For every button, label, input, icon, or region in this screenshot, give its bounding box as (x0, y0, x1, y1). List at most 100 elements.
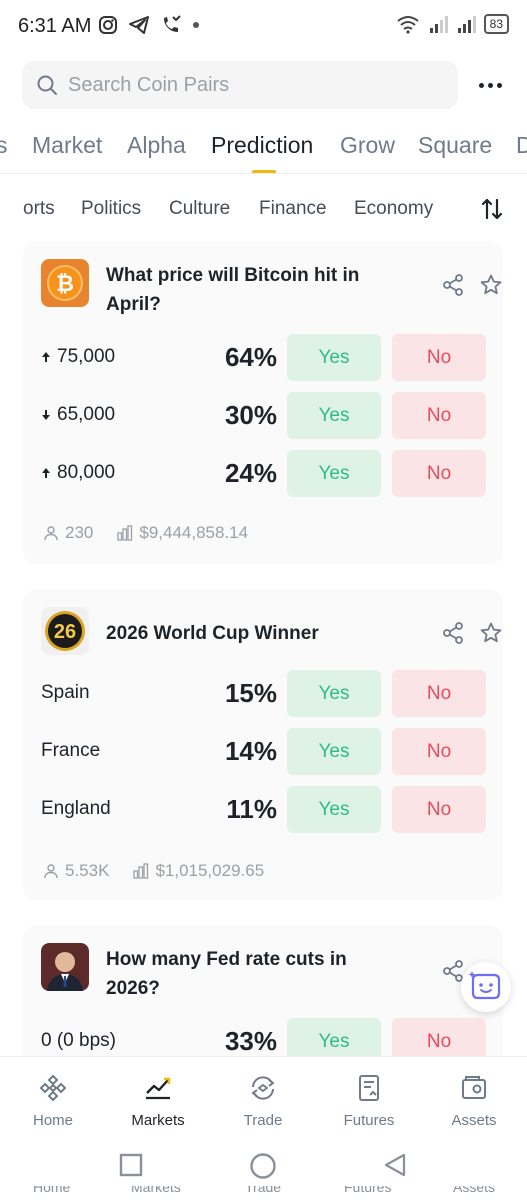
nav-trade[interactable]: Trade (218, 1073, 308, 1129)
search-icon (37, 75, 57, 95)
outcome-probability: 64% (224, 342, 277, 372)
category-tab-sports[interactable]: orts (23, 198, 55, 220)
no-button[interactable]: No (392, 786, 486, 833)
arrow-up-icon (42, 352, 50, 362)
share-icon[interactable] (441, 621, 465, 645)
bottom-navigation: Home Markets Trade Futures Assets (0, 1056, 527, 1136)
recents-icon[interactable] (118, 1152, 144, 1178)
search-input[interactable] (68, 73, 428, 97)
status-time: 6:31 AM (18, 15, 92, 37)
outcome-label: 80,000 (41, 462, 115, 484)
home-icon (39, 1074, 67, 1102)
outcome-label: 0 (0 bps) (41, 1030, 116, 1051)
share-icon[interactable] (441, 273, 465, 297)
yes-button[interactable]: Yes (287, 786, 381, 833)
outcome-label: England (41, 798, 111, 819)
bar-chart-icon (117, 525, 133, 541)
yes-button[interactable]: Yes (287, 450, 381, 497)
tab-prediction[interactable]: Prediction (211, 132, 313, 159)
outcome-probability: 30% (224, 400, 277, 430)
ghost-label: Futures (344, 1186, 392, 1195)
prediction-card-bitcoin[interactable]: ₿ What price will Bitcoin hit in April? … (23, 241, 503, 564)
no-button[interactable]: No (392, 1018, 486, 1056)
ai-assistant-icon (468, 971, 501, 1000)
signal-icon-1 (429, 16, 448, 33)
volume-stat: $1,015,029.65 (133, 861, 264, 881)
bitcoin-icon: ₿ (41, 259, 89, 307)
outcome-probability: 33% (224, 1026, 277, 1056)
main-tabs: s Market Alpha Prediction Grow Square D (0, 122, 527, 174)
volume-amount: $1,015,029.65 (155, 861, 265, 880)
category-tab-economy[interactable]: Economy (354, 198, 433, 220)
search-box[interactable] (22, 61, 458, 109)
status-bar: 6:31 AM 83 (0, 0, 527, 54)
participants-stat: 5.53K (43, 861, 109, 881)
outcome-label-text: 75,000 (57, 346, 116, 367)
telegram-icon (129, 16, 149, 34)
category-tab-politics[interactable]: Politics (81, 198, 141, 220)
star-icon[interactable] (479, 273, 503, 297)
dot-icon (478, 82, 484, 88)
card-title[interactable]: What price will Bitcoin hit in April? (106, 261, 391, 319)
nav-home[interactable]: Home (8, 1073, 98, 1129)
ghost-label: Assets (453, 1186, 496, 1195)
status-notification-icons (98, 14, 200, 36)
yes-button[interactable]: Yes (287, 728, 381, 775)
svg-text:₿: ₿ (56, 271, 74, 296)
yes-button[interactable]: Yes (287, 670, 381, 717)
dot-icon (487, 82, 493, 88)
nav-label: Trade (243, 1112, 283, 1129)
card-stats: 5.53K $1,015,029.65 (43, 861, 288, 881)
nav-label: Assets (451, 1112, 497, 1129)
yes-button[interactable]: Yes (287, 334, 381, 381)
no-button[interactable]: No (392, 450, 486, 497)
category-tabs: orts Politics Culture Finance Economy (0, 190, 527, 230)
user-icon (44, 864, 58, 879)
arrow-down-icon (42, 410, 50, 420)
sort-icon[interactable] (480, 196, 504, 222)
participants-count: 230 (65, 523, 94, 542)
search-row (0, 60, 527, 110)
ghost-nav-labels: Home Markets Trade Futures Assets (0, 1186, 527, 1200)
yes-button[interactable]: Yes (287, 1018, 381, 1056)
no-button[interactable]: No (392, 728, 486, 775)
more-options-button[interactable] (470, 70, 510, 100)
ghost-label: Markets (131, 1186, 181, 1195)
tab-partial-right[interactable]: D (516, 132, 527, 159)
tab-market[interactable]: Market (32, 132, 102, 159)
outcome-row: Spain 15% Yes No (41, 670, 489, 718)
outcome-row: 65,000 30% Yes No (41, 392, 489, 440)
card-title[interactable]: How many Fed rate cuts in 2026? (106, 945, 391, 1003)
outcome-label-text: 80,000 (57, 462, 116, 483)
tab-alpha[interactable]: Alpha (127, 132, 186, 159)
nav-futures[interactable]: Futures (324, 1073, 414, 1129)
no-button[interactable]: No (392, 392, 486, 439)
category-tab-culture[interactable]: Culture (169, 198, 230, 220)
card-title[interactable]: 2026 World Cup Winner (106, 619, 391, 648)
category-tab-finance[interactable]: Finance (259, 198, 327, 220)
outcome-row: France 14% Yes No (41, 728, 489, 776)
no-button[interactable]: No (392, 334, 486, 381)
back-icon[interactable] (382, 1152, 408, 1178)
nav-markets[interactable]: Markets (113, 1073, 203, 1129)
nav-label: Markets (131, 1112, 185, 1129)
fed-chair-portrait-icon (41, 943, 89, 991)
no-button[interactable]: No (392, 670, 486, 717)
dot-icon (193, 22, 199, 28)
tab-square[interactable]: Square (418, 132, 492, 159)
battery-indicator: 83 (483, 14, 509, 34)
yes-button[interactable]: Yes (287, 392, 381, 439)
star-icon[interactable] (479, 621, 503, 645)
tab-partial-left[interactable]: s (0, 132, 8, 159)
home-circle-icon[interactable] (249, 1152, 277, 1180)
system-navigation-bar: Home Markets Trade Futures Assets (0, 1136, 527, 1200)
ghost-label: Trade (245, 1186, 282, 1195)
ai-assistant-button[interactable] (461, 962, 511, 1012)
markets-chart-icon (146, 1077, 171, 1100)
prediction-card-fed-rate-cuts[interactable]: How many Fed rate cuts in 2026? 0 (0 bps… (23, 925, 503, 1056)
tab-grow[interactable]: Grow (340, 132, 395, 159)
prediction-card-world-cup[interactable]: 26 2026 World Cup Winner Spain 15% Yes N… (23, 589, 503, 900)
active-tab-indicator (252, 170, 276, 173)
nav-assets[interactable]: Assets (429, 1073, 519, 1129)
futures-icon (359, 1075, 379, 1101)
